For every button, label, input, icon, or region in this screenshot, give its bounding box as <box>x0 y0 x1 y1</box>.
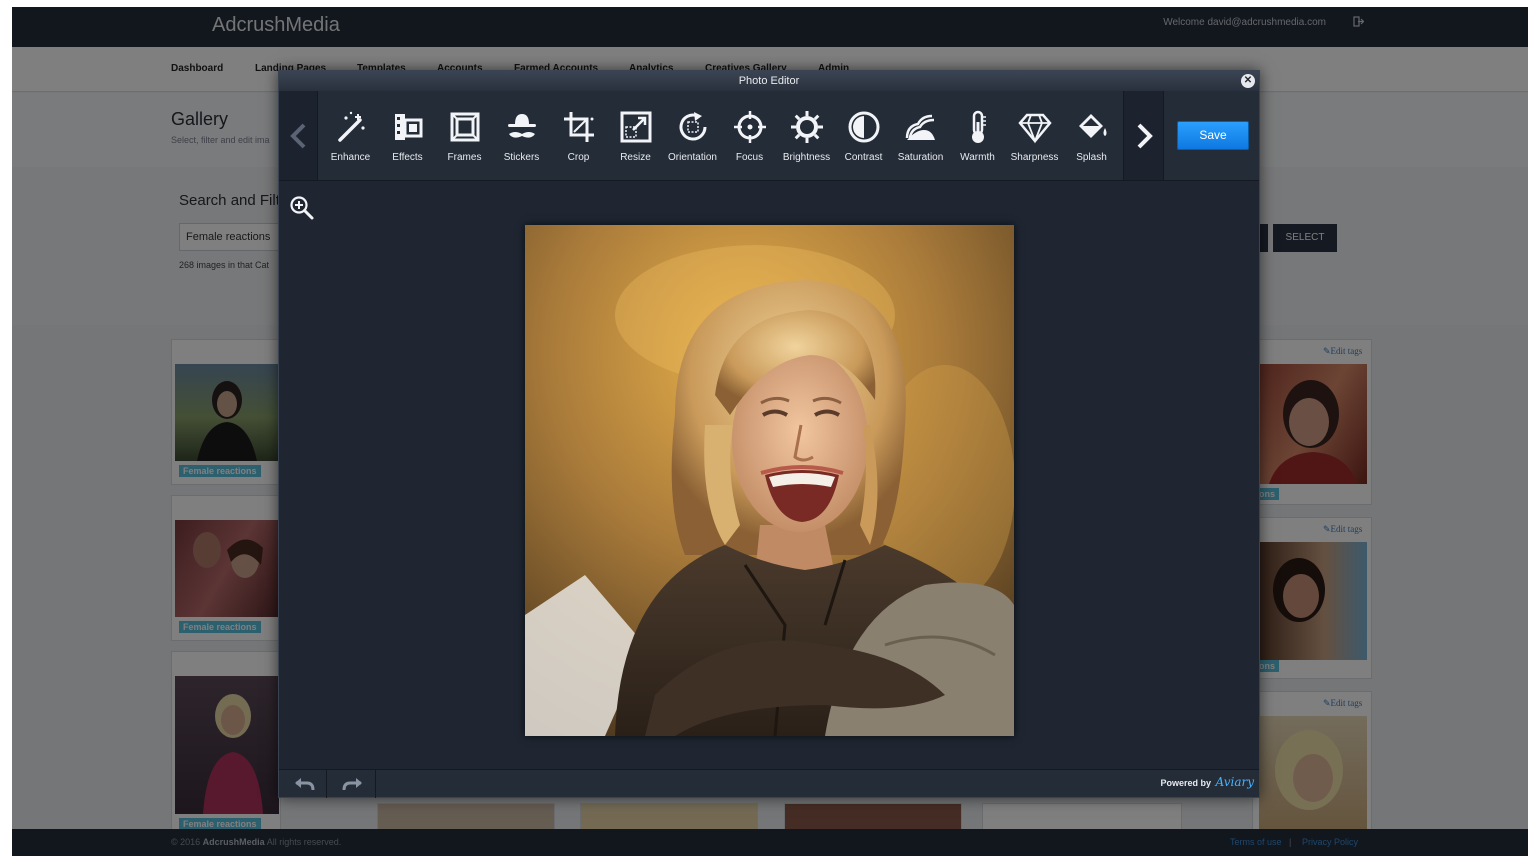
tool-label: Effects <box>392 152 423 163</box>
tool-label: Splash <box>1076 152 1107 163</box>
tool-orientation[interactable]: Orientation <box>664 91 721 180</box>
tool-crop[interactable]: Crop <box>550 91 607 180</box>
redo-button[interactable] <box>328 770 376 798</box>
crop-icon <box>564 112 594 142</box>
film-icon <box>395 114 423 140</box>
saturation-icon <box>905 114 935 140</box>
editor-titlebar: Photo Editor ✕ <box>279 71 1259 91</box>
tool-effects[interactable]: Effects <box>379 91 436 180</box>
close-icon[interactable]: ✕ <box>1241 74 1255 88</box>
editor-bottom-bar: Powered by Aviary <box>279 769 1259 798</box>
tool-focus[interactable]: Focus <box>721 91 778 180</box>
tool-sharpness[interactable]: Sharpness <box>1006 91 1063 180</box>
aviary-logo[interactable]: Aviary <box>1216 775 1254 789</box>
tool-label: Brightness <box>782 152 831 163</box>
diamond-icon <box>1018 113 1052 144</box>
chevron-left-icon <box>290 123 306 149</box>
hat-mustache-icon <box>508 114 536 138</box>
paint-bucket-icon <box>1079 114 1107 138</box>
tool-enhance[interactable]: Enhance <box>322 91 379 180</box>
tool-label: Focus <box>735 152 764 163</box>
toolbar-prev-button[interactable] <box>279 91 318 180</box>
crosshair-icon <box>734 111 766 143</box>
browser-page: AdcrushMedia Welcome david@adcrushmedia.… <box>12 7 1528 856</box>
tool-label: Sharpness <box>1010 152 1059 163</box>
tool-splash[interactable]: Splash <box>1063 91 1120 180</box>
undo-button[interactable] <box>279 770 327 798</box>
contrast-icon <box>848 111 880 143</box>
tool-saturation[interactable]: Saturation <box>892 91 949 180</box>
toolbar-next-button[interactable] <box>1123 91 1164 180</box>
tool-label: Stickers <box>503 152 540 163</box>
undo-icon <box>295 778 315 791</box>
editable-photo[interactable] <box>525 225 1014 736</box>
photo-image <box>525 225 1014 736</box>
powered-by-text: Powered by <box>1160 778 1211 788</box>
editor-toolbar: Enhance Effects Frames Stickers Crop Res… <box>279 91 1259 181</box>
redo-icon <box>342 778 362 791</box>
tool-label: Orientation <box>668 152 717 163</box>
tool-label: Enhance <box>330 152 371 163</box>
editor-title: Photo Editor <box>738 75 800 87</box>
thermometer-icon <box>972 110 986 143</box>
chevron-right-icon <box>1137 123 1153 149</box>
tool-label: Resize <box>620 152 651 163</box>
tool-resize[interactable]: Resize <box>607 91 664 180</box>
zoom-in-icon <box>290 196 314 220</box>
tool-label: Contrast <box>844 152 883 163</box>
resize-icon <box>620 111 652 143</box>
tool-label: Frames <box>447 152 482 163</box>
tool-contrast[interactable]: Contrast <box>835 91 892 180</box>
tool-brightness[interactable]: Brightness <box>778 91 835 180</box>
tool-label: Saturation <box>897 152 944 163</box>
tool-label: Crop <box>567 152 590 163</box>
photo-editor-modal: Photo Editor ✕ Enhance Effects Frames St… <box>278 70 1260 798</box>
tool-stickers[interactable]: Stickers <box>493 91 550 180</box>
tool-frames[interactable]: Frames <box>436 91 493 180</box>
magic-wand-icon <box>338 111 365 142</box>
rotate-icon <box>679 112 707 141</box>
tool-label: Warmth <box>960 152 995 163</box>
save-button[interactable]: Save <box>1177 121 1249 150</box>
tool-list: Enhance Effects Frames Stickers Crop Res… <box>322 91 1122 180</box>
sun-icon <box>791 111 823 143</box>
zoom-in-button[interactable] <box>289 195 315 221</box>
frame-icon <box>450 112 480 142</box>
tool-warmth[interactable]: Warmth <box>949 91 1006 180</box>
